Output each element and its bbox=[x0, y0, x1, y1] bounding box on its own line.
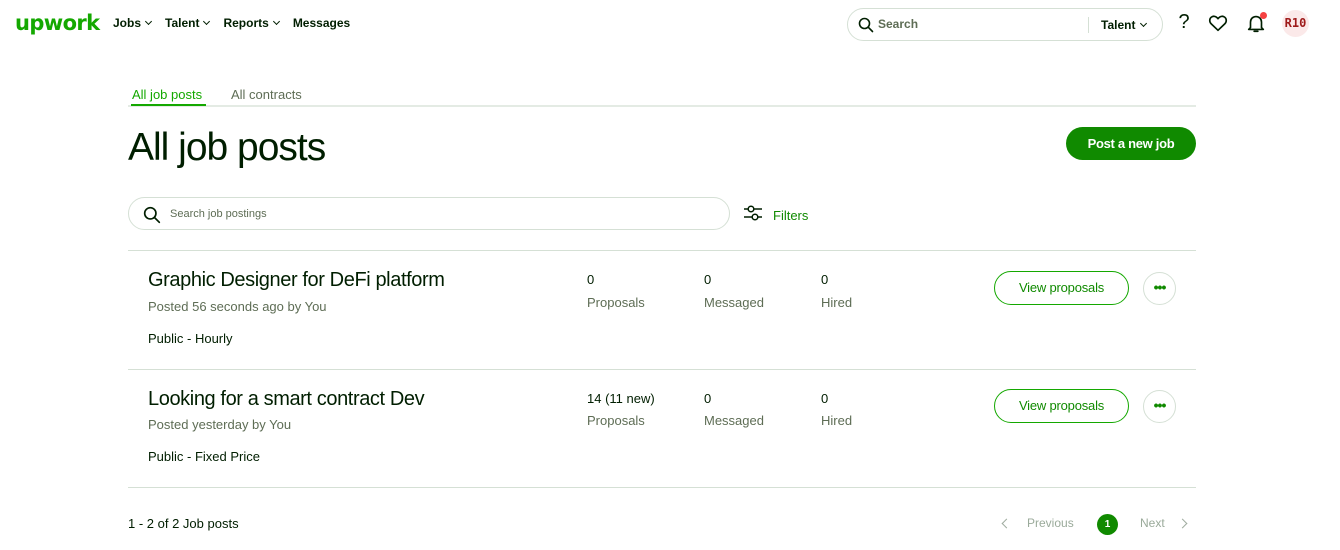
heart-icon[interactable] bbox=[1207, 12, 1231, 36]
nav-reports[interactable]: Reports bbox=[223, 16, 280, 30]
active-tab-indicator bbox=[131, 104, 206, 106]
user-avatar[interactable]: R10 bbox=[1282, 10, 1309, 37]
chevron-down-icon bbox=[144, 17, 153, 26]
top-nav: upwork Jobs Talent Reports Messages Sear… bbox=[0, 0, 1340, 48]
search-icon bbox=[143, 206, 161, 229]
messaged-count: 0 bbox=[704, 272, 712, 287]
chevron-right-icon[interactable] bbox=[1177, 518, 1188, 529]
hired-label: Hired bbox=[821, 295, 853, 310]
tab-all-contracts[interactable]: All contracts bbox=[231, 87, 302, 102]
page-tabs: All job posts All contracts bbox=[128, 86, 1196, 107]
upwork-logo[interactable]: upwork bbox=[15, 11, 100, 35]
hired-count: 0 bbox=[821, 272, 829, 287]
messaged-label: Messaged bbox=[704, 413, 764, 428]
search-scope-label: Talent bbox=[1101, 18, 1136, 32]
job-title[interactable]: Graphic Designer for DeFi platform bbox=[148, 269, 445, 292]
divider bbox=[128, 250, 1196, 251]
page-number-button[interactable]: 1 bbox=[1097, 514, 1118, 535]
results-count: 1 - 2 of 2 Job posts bbox=[128, 516, 239, 531]
view-proposals-button[interactable]: View proposals bbox=[994, 271, 1129, 305]
nav-talent-label: Talent bbox=[165, 16, 200, 30]
post-new-job-button[interactable]: Post a new job bbox=[1066, 127, 1196, 160]
filters-label: Filters bbox=[773, 208, 809, 223]
nav-jobs[interactable]: Jobs bbox=[113, 16, 153, 30]
job-search-input[interactable]: Search job postings bbox=[170, 208, 267, 220]
next-page-button[interactable]: Next bbox=[1140, 516, 1165, 530]
divider bbox=[128, 369, 1196, 370]
chevron-left-icon[interactable] bbox=[1001, 518, 1012, 529]
filters-button[interactable]: Filters bbox=[743, 204, 808, 227]
hired-label: Hired bbox=[821, 413, 853, 428]
main-nav: Jobs Talent Reports Messages bbox=[113, 16, 364, 30]
job-visibility-type: Public - Fixed Price bbox=[148, 449, 260, 464]
nav-talent[interactable]: Talent bbox=[165, 16, 211, 30]
pagination: Previous 1 Next bbox=[1000, 514, 1196, 535]
sliders-icon bbox=[743, 204, 763, 227]
tab-all-job-posts[interactable]: All job posts bbox=[132, 87, 202, 102]
nav-reports-label: Reports bbox=[223, 16, 269, 30]
nav-messages-label: Messages bbox=[292, 16, 351, 30]
search-scope-dropdown[interactable]: Talent bbox=[1101, 18, 1148, 32]
proposals-label: Proposals bbox=[587, 295, 645, 310]
help-icon[interactable]: ? bbox=[1172, 11, 1196, 35]
search-divider bbox=[1088, 17, 1089, 33]
proposals-count: 0 bbox=[587, 272, 595, 287]
search-icon bbox=[858, 17, 874, 38]
more-options-icon[interactable]: ••• bbox=[1143, 272, 1176, 305]
notifications-bell-icon[interactable] bbox=[1245, 12, 1269, 36]
messaged-count: 0 bbox=[704, 391, 712, 406]
job-posted: Posted yesterday by You bbox=[148, 417, 292, 432]
page-title: All job posts bbox=[128, 126, 326, 169]
more-options-icon[interactable]: ••• bbox=[1143, 390, 1176, 423]
nav-messages[interactable]: Messages bbox=[293, 16, 350, 30]
notification-dot bbox=[1260, 12, 1267, 19]
proposals-label: Proposals bbox=[587, 413, 645, 428]
hired-count: 0 bbox=[821, 391, 829, 406]
divider bbox=[128, 487, 1196, 488]
job-title[interactable]: Looking for a smart contract Dev bbox=[148, 388, 425, 411]
previous-page-button[interactable]: Previous bbox=[1027, 516, 1074, 530]
job-search[interactable]: Search job postings bbox=[128, 197, 730, 230]
chevron-down-icon bbox=[272, 17, 280, 26]
chevron-down-icon bbox=[1140, 19, 1148, 28]
nav-jobs-label: Jobs bbox=[113, 16, 142, 30]
view-proposals-button[interactable]: View proposals bbox=[994, 389, 1129, 423]
job-posted: Posted 56 seconds ago by You bbox=[148, 299, 327, 314]
global-search[interactable]: Search Talent bbox=[847, 8, 1163, 41]
job-visibility-type: Public - Hourly bbox=[148, 331, 233, 346]
chevron-down-icon bbox=[203, 17, 211, 26]
messaged-label: Messaged bbox=[704, 295, 764, 310]
search-input[interactable]: Search bbox=[878, 17, 918, 31]
proposals-count: 14 (11 new) bbox=[587, 391, 655, 406]
